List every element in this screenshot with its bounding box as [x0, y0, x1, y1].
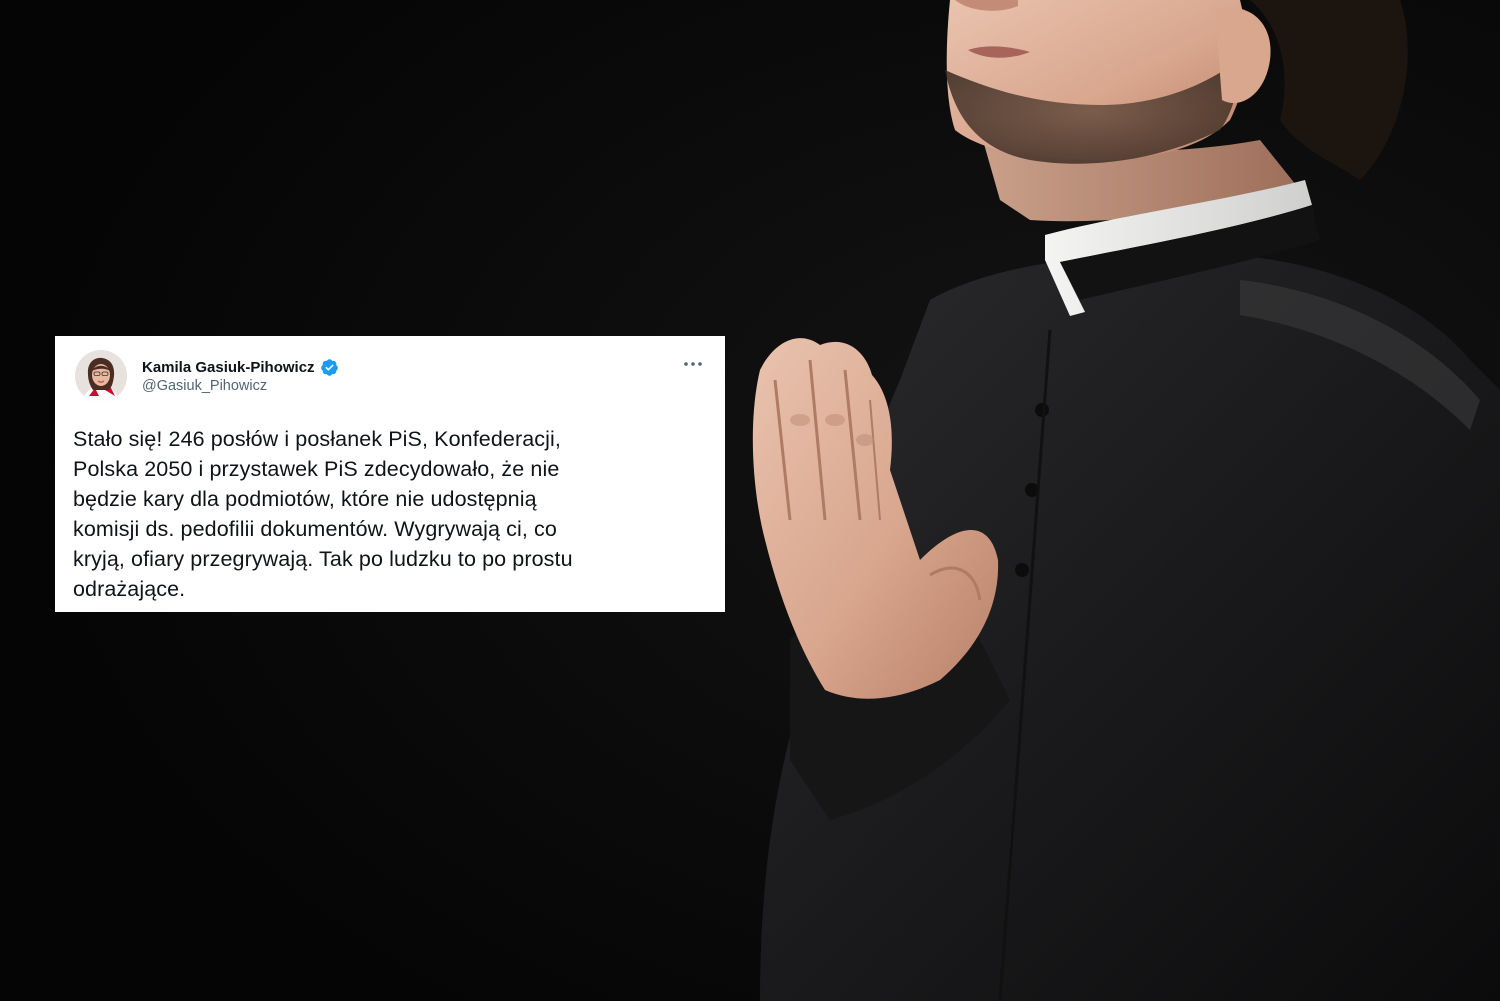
- author-name-row: Kamila Gasiuk-Pihowicz: [142, 357, 339, 377]
- author-avatar[interactable]: [75, 350, 127, 402]
- avatar-portrait-icon: [75, 350, 127, 402]
- tweet-body-text: Stało się! 246 posłów i posłanek PiS, Ko…: [73, 427, 573, 601]
- author-handle[interactable]: @Gasiuk_Pihowicz: [142, 378, 267, 394]
- more-options-icon[interactable]: [681, 354, 705, 374]
- verified-badge-icon: [320, 358, 339, 377]
- image-canvas: Kamila Gasiuk-Pihowicz @Gasiuk_Pihowicz …: [0, 0, 1500, 1001]
- tweet-card: Kamila Gasiuk-Pihowicz @Gasiuk_Pihowicz …: [55, 336, 725, 612]
- author-name[interactable]: Kamila Gasiuk-Pihowicz: [142, 359, 315, 376]
